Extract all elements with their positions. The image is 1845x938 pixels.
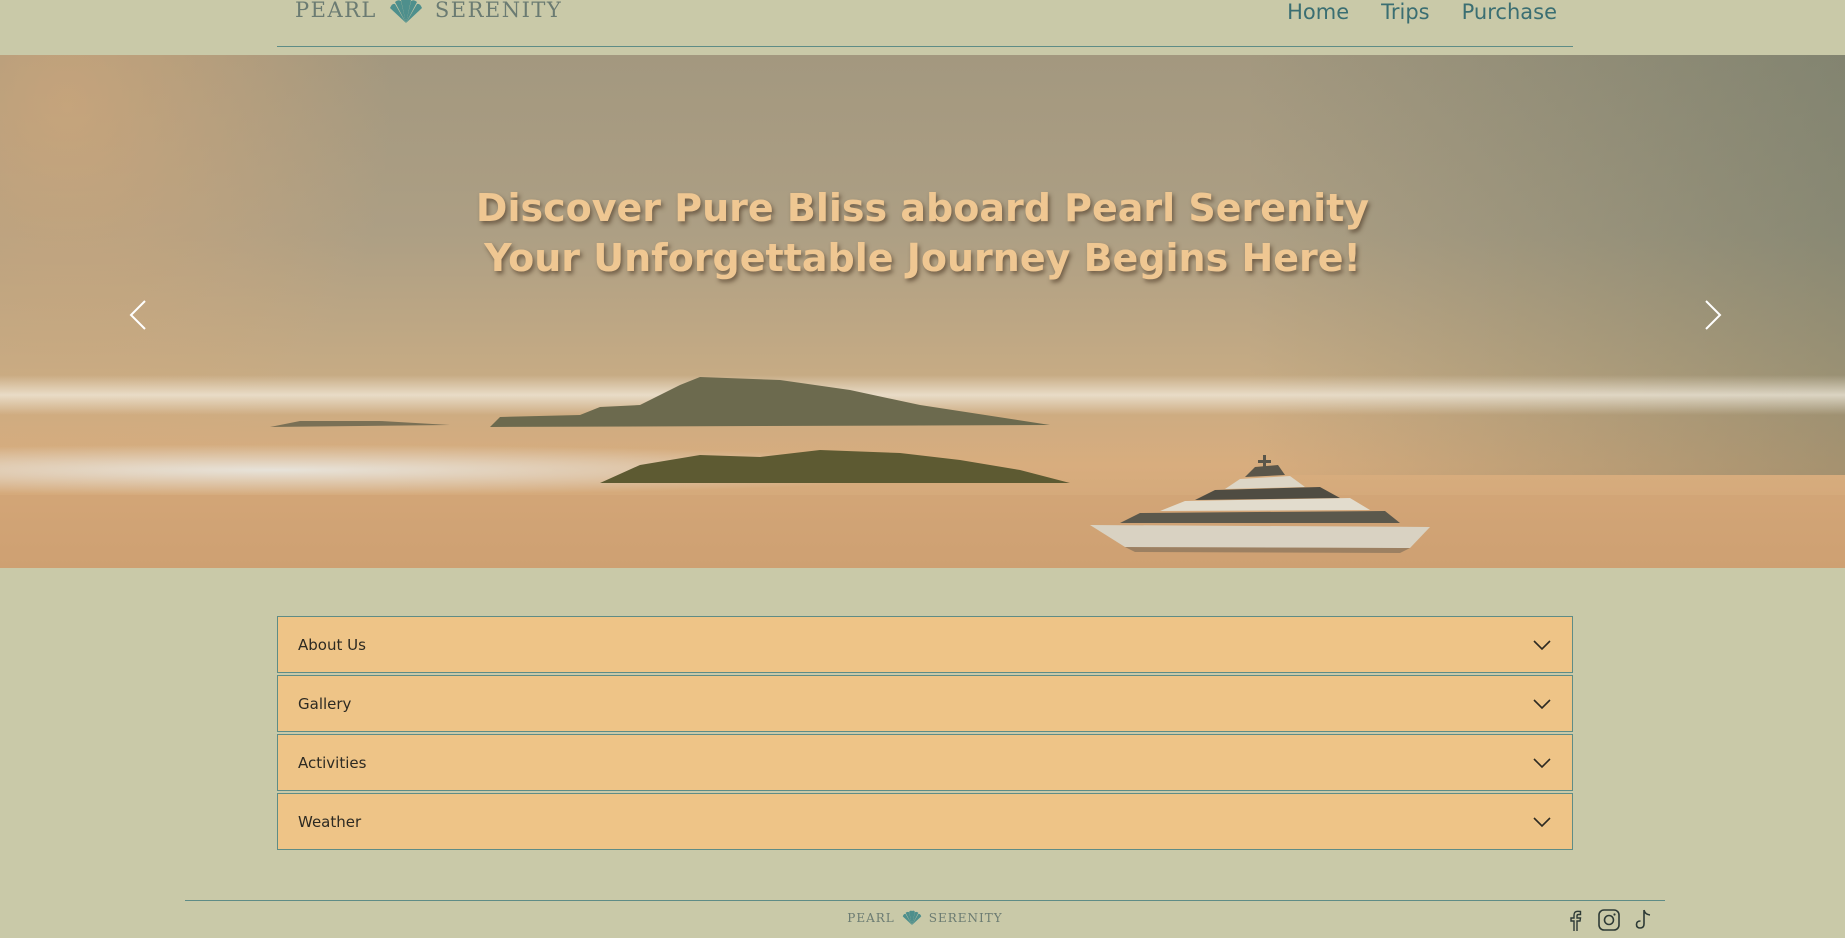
page: PEARL SERENITY Home Trips Purchase Disco… <box>0 0 1845 938</box>
nav-trips-link[interactable]: Trips <box>1381 0 1429 24</box>
logo-word-pearl: PEARL <box>295 0 377 22</box>
site-logo[interactable]: PEARL SERENITY <box>295 0 562 24</box>
facebook-icon[interactable] <box>1563 907 1587 933</box>
chevron-down-icon <box>1533 757 1551 768</box>
footer-logo-word-pearl: PEARL <box>847 910 895 925</box>
hero-headline-line1: Discover Pure Bliss aboard Pearl Serenit… <box>475 186 1370 230</box>
accordion-item-gallery[interactable]: Gallery <box>277 675 1573 732</box>
hero-image-scene <box>0 377 1845 568</box>
chevron-down-icon <box>1533 639 1551 650</box>
shell-logo-icon <box>389 0 422 23</box>
social-links <box>1563 907 1655 933</box>
hero-slideshow: Discover Pure Bliss aboard Pearl Serenit… <box>0 55 1845 568</box>
info-accordion: About Us Gallery Activities Weather <box>277 616 1573 852</box>
accordion-label: Activities <box>298 753 367 772</box>
logo-word-serenity: SERENITY <box>434 0 563 22</box>
slideshow-prev-arrow-icon[interactable] <box>125 295 155 335</box>
instagram-icon[interactable] <box>1597 907 1621 933</box>
slideshow-next-arrow-icon[interactable] <box>1696 295 1726 335</box>
accordion-label: Gallery <box>298 694 352 713</box>
chevron-down-icon <box>1533 698 1551 709</box>
accordion-label: Weather <box>298 812 362 831</box>
accordion-label: About Us <box>298 635 366 654</box>
nav-purchase-link[interactable]: Purchase <box>1462 0 1557 24</box>
hero-headline: Discover Pure Bliss aboard Pearl Serenit… <box>0 183 1845 283</box>
site-header: PEARL SERENITY Home Trips Purchase <box>277 0 1573 47</box>
hero-headline-line2: Your Unforgettable Journey Begins Here! <box>484 236 1361 280</box>
chevron-down-icon <box>1533 816 1551 827</box>
tiktok-icon[interactable] <box>1631 907 1655 933</box>
nav-home-link[interactable]: Home <box>1287 0 1349 24</box>
main-nav: Home Trips Purchase <box>1287 0 1557 24</box>
accordion-item-activities[interactable]: Activities <box>277 734 1573 791</box>
footer-logo[interactable]: PEARL SERENITY <box>185 909 1665 926</box>
footer-logo-word-serenity: SERENITY <box>928 910 1003 925</box>
site-footer: PEARL SERENITY <box>185 900 1665 938</box>
accordion-item-weather[interactable]: Weather <box>277 793 1573 850</box>
shell-logo-icon <box>902 910 922 926</box>
accordion-item-about-us[interactable]: About Us <box>277 616 1573 673</box>
